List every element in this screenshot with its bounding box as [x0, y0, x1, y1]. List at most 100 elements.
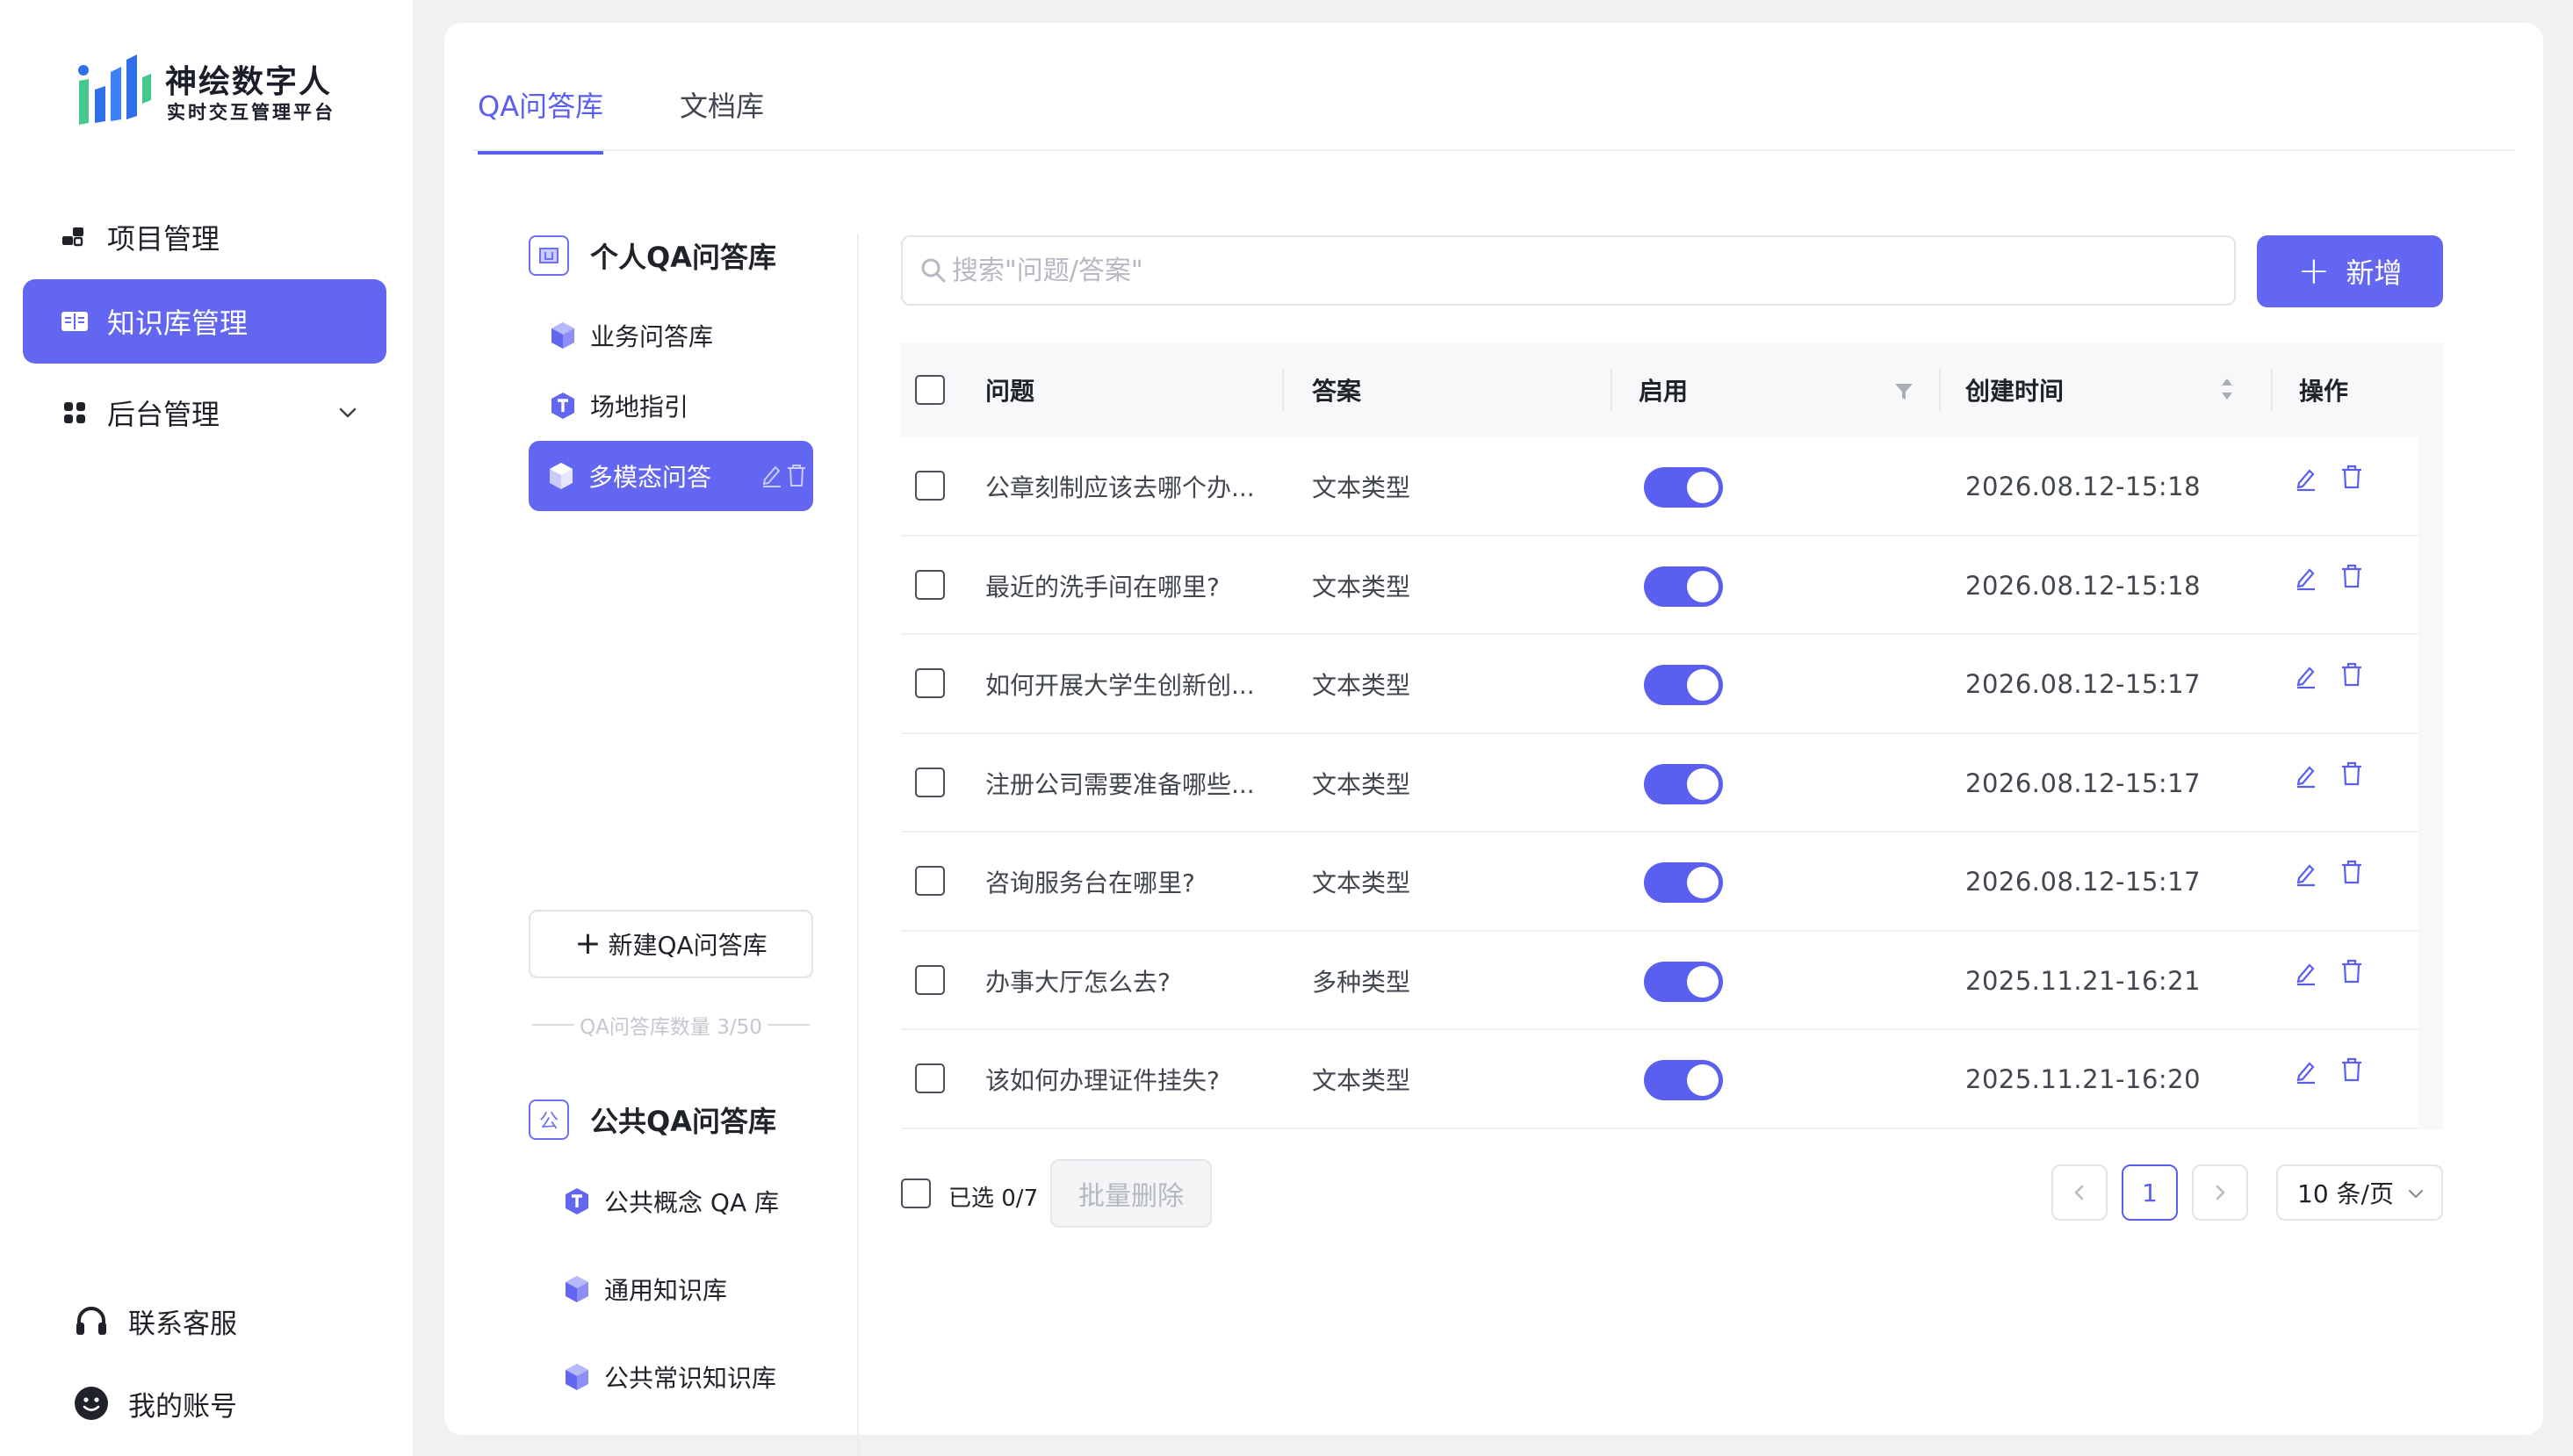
sidebar-item-label: 项目管理 — [107, 222, 220, 256]
column-answer: 答案 — [1312, 377, 1362, 406]
next-page-button[interactable] — [2192, 1164, 2248, 1221]
new-qa-library-button[interactable]: + 新建QA问答库 — [529, 910, 813, 978]
delete-icon[interactable] — [785, 462, 808, 488]
filter-icon[interactable] — [1893, 381, 1914, 402]
library-item-label: 业务问答库 — [590, 322, 714, 351]
headset-icon — [76, 1307, 106, 1335]
chevron-down-icon — [2408, 1189, 2424, 1199]
sidebar: 神绘数字人 实时交互管理平台 项目管理 知识库管理 后台管理 联系客服 我的账号 — [0, 0, 413, 1456]
cell-answer: 文本类型 — [1312, 473, 1411, 502]
contact-support-link[interactable]: 联系客服 — [74, 1294, 237, 1347]
delete-icon[interactable] — [2339, 563, 2364, 589]
delete-icon[interactable] — [2339, 661, 2364, 688]
page-number-button[interactable]: 1 — [2122, 1164, 2178, 1221]
delete-icon[interactable] — [2339, 859, 2364, 885]
delete-icon[interactable] — [2339, 464, 2364, 490]
column-actions: 操作 — [2299, 377, 2349, 406]
edit-icon[interactable] — [2294, 861, 2318, 887]
public-badge-icon: 公 — [529, 1099, 569, 1140]
row-checkbox[interactable] — [915, 569, 945, 600]
column-enabled: 启用 — [1639, 377, 1689, 406]
tab-document-library[interactable]: 文档库 — [680, 84, 764, 151]
table-row: 如何开展大学生创新创... 文本类型 2026.08.12-15:17 — [901, 635, 2418, 734]
search-input[interactable] — [952, 244, 2216, 297]
cell-created: 2025.11.21-16:21 — [1965, 965, 2202, 996]
delete-icon[interactable] — [2339, 958, 2364, 984]
tab-qa-library[interactable]: QA问答库 — [478, 84, 604, 155]
row-checkbox[interactable] — [915, 767, 945, 797]
cell-answer: 多种类型 — [1312, 967, 1411, 997]
book-icon — [61, 308, 88, 335]
sidebar-item-project[interactable]: 项目管理 — [23, 195, 386, 279]
row-checkbox[interactable] — [915, 1063, 945, 1093]
library-item-venue-guide[interactable]: 场地指引 — [527, 371, 811, 441]
plus-icon: + — [2297, 249, 2331, 293]
cell-question: 办事大厅怎么去? — [985, 967, 1171, 997]
add-button[interactable]: + 新增 — [2257, 235, 2443, 307]
cell-question: 注册公司需要准备哪些... — [985, 769, 1255, 799]
prev-page-button[interactable] — [2051, 1164, 2108, 1221]
edit-icon[interactable] — [2294, 1058, 2318, 1085]
sidebar-item-backend[interactable]: 后台管理 — [23, 371, 386, 455]
personal-library-title: 个人QA问答库 — [590, 241, 776, 274]
table-row: 办事大厅怎么去? 多种类型 2025.11.21-16:21 — [901, 932, 2418, 1030]
row-checkbox[interactable] — [915, 668, 945, 698]
smiley-avatar-icon — [75, 1387, 108, 1420]
select-all-footer-checkbox[interactable] — [901, 1178, 931, 1208]
sort-icon[interactable] — [2218, 374, 2236, 404]
edit-icon[interactable] — [2294, 762, 2318, 789]
batch-delete-button[interactable]: 批量删除 — [1050, 1159, 1212, 1228]
table-row: 咨询服务台在哪里? 文本类型 2026.08.12-15:17 — [901, 833, 2418, 932]
edit-icon[interactable] — [2294, 663, 2318, 689]
library-item-multimodal[interactable]: 多模态问答 — [529, 441, 813, 511]
public-library-title: 公共QA问答库 — [590, 1105, 776, 1138]
qa-table: 问题 答案 启用 创建时间 操作 公章刻制应该去哪个办... 文本类型 2026… — [901, 342, 2443, 1129]
edit-icon[interactable] — [2294, 465, 2318, 492]
public-library-header: 公 公共QA问答库 — [529, 1099, 776, 1140]
chevron-down-icon[interactable] — [337, 402, 358, 423]
delete-icon[interactable] — [2339, 1056, 2364, 1083]
tab-bar: QA问答库 文档库 — [472, 23, 2515, 155]
enabled-toggle[interactable] — [1644, 566, 1723, 607]
library-box-icon — [529, 235, 569, 276]
cell-created: 2026.08.12-15:18 — [1965, 570, 2202, 601]
cell-question: 最近的洗手间在哪里? — [985, 572, 1220, 602]
page-size-select[interactable]: 10 条/页 — [2276, 1164, 2443, 1221]
cell-created: 2026.08.12-15:17 — [1965, 669, 2202, 699]
enabled-toggle[interactable] — [1644, 1060, 1723, 1100]
page-size-label: 10 条/页 — [2297, 1179, 2394, 1208]
sidebar-item-label: 后台管理 — [107, 398, 220, 431]
row-checkbox[interactable] — [915, 471, 945, 501]
personal-library-header: 个人QA问答库 — [529, 235, 776, 276]
column-created: 创建时间 — [1965, 377, 2065, 406]
brand-logo[interactable]: 神绘数字人 实时交互管理平台 — [76, 51, 339, 128]
enabled-toggle[interactable] — [1644, 961, 1723, 1002]
row-checkbox[interactable] — [915, 964, 945, 995]
my-account-link[interactable]: 我的账号 — [74, 1377, 237, 1430]
plus-icon: + — [574, 926, 602, 962]
row-checkbox[interactable] — [915, 866, 945, 896]
enabled-toggle[interactable] — [1644, 862, 1723, 903]
column-question: 问题 — [985, 377, 1035, 406]
brand-title: 神绘数字人 — [165, 64, 333, 100]
edit-icon[interactable] — [760, 462, 783, 488]
cube-icon — [566, 1276, 588, 1302]
library-item-label: 公共概念 QA 库 — [604, 1188, 779, 1217]
select-all-checkbox[interactable] — [915, 375, 945, 405]
edit-icon[interactable] — [2294, 960, 2318, 986]
delete-icon[interactable] — [2339, 760, 2364, 787]
cell-answer: 文本类型 — [1312, 671, 1411, 700]
project-blocks-icon — [61, 224, 88, 250]
library-item-common-sense[interactable]: 公共常识知识库 — [541, 1342, 825, 1412]
library-item-business[interactable]: 业务问答库 — [527, 300, 811, 371]
library-item-general-knowledge[interactable]: 通用知识库 — [541, 1254, 825, 1324]
table-scrollbar[interactable] — [2418, 437, 2443, 1129]
table-row: 该如何办理证件挂失? 文本类型 2025.11.21-16:20 — [901, 1030, 2418, 1129]
edit-icon[interactable] — [2294, 565, 2318, 591]
sidebar-item-knowledge[interactable]: 知识库管理 — [23, 279, 386, 364]
enabled-toggle[interactable] — [1644, 763, 1723, 804]
cell-created: 2026.08.12-15:17 — [1965, 867, 2202, 897]
library-item-public-concept[interactable]: 公共概念 QA 库 — [541, 1166, 825, 1236]
enabled-toggle[interactable] — [1644, 665, 1723, 705]
enabled-toggle[interactable] — [1644, 467, 1723, 508]
